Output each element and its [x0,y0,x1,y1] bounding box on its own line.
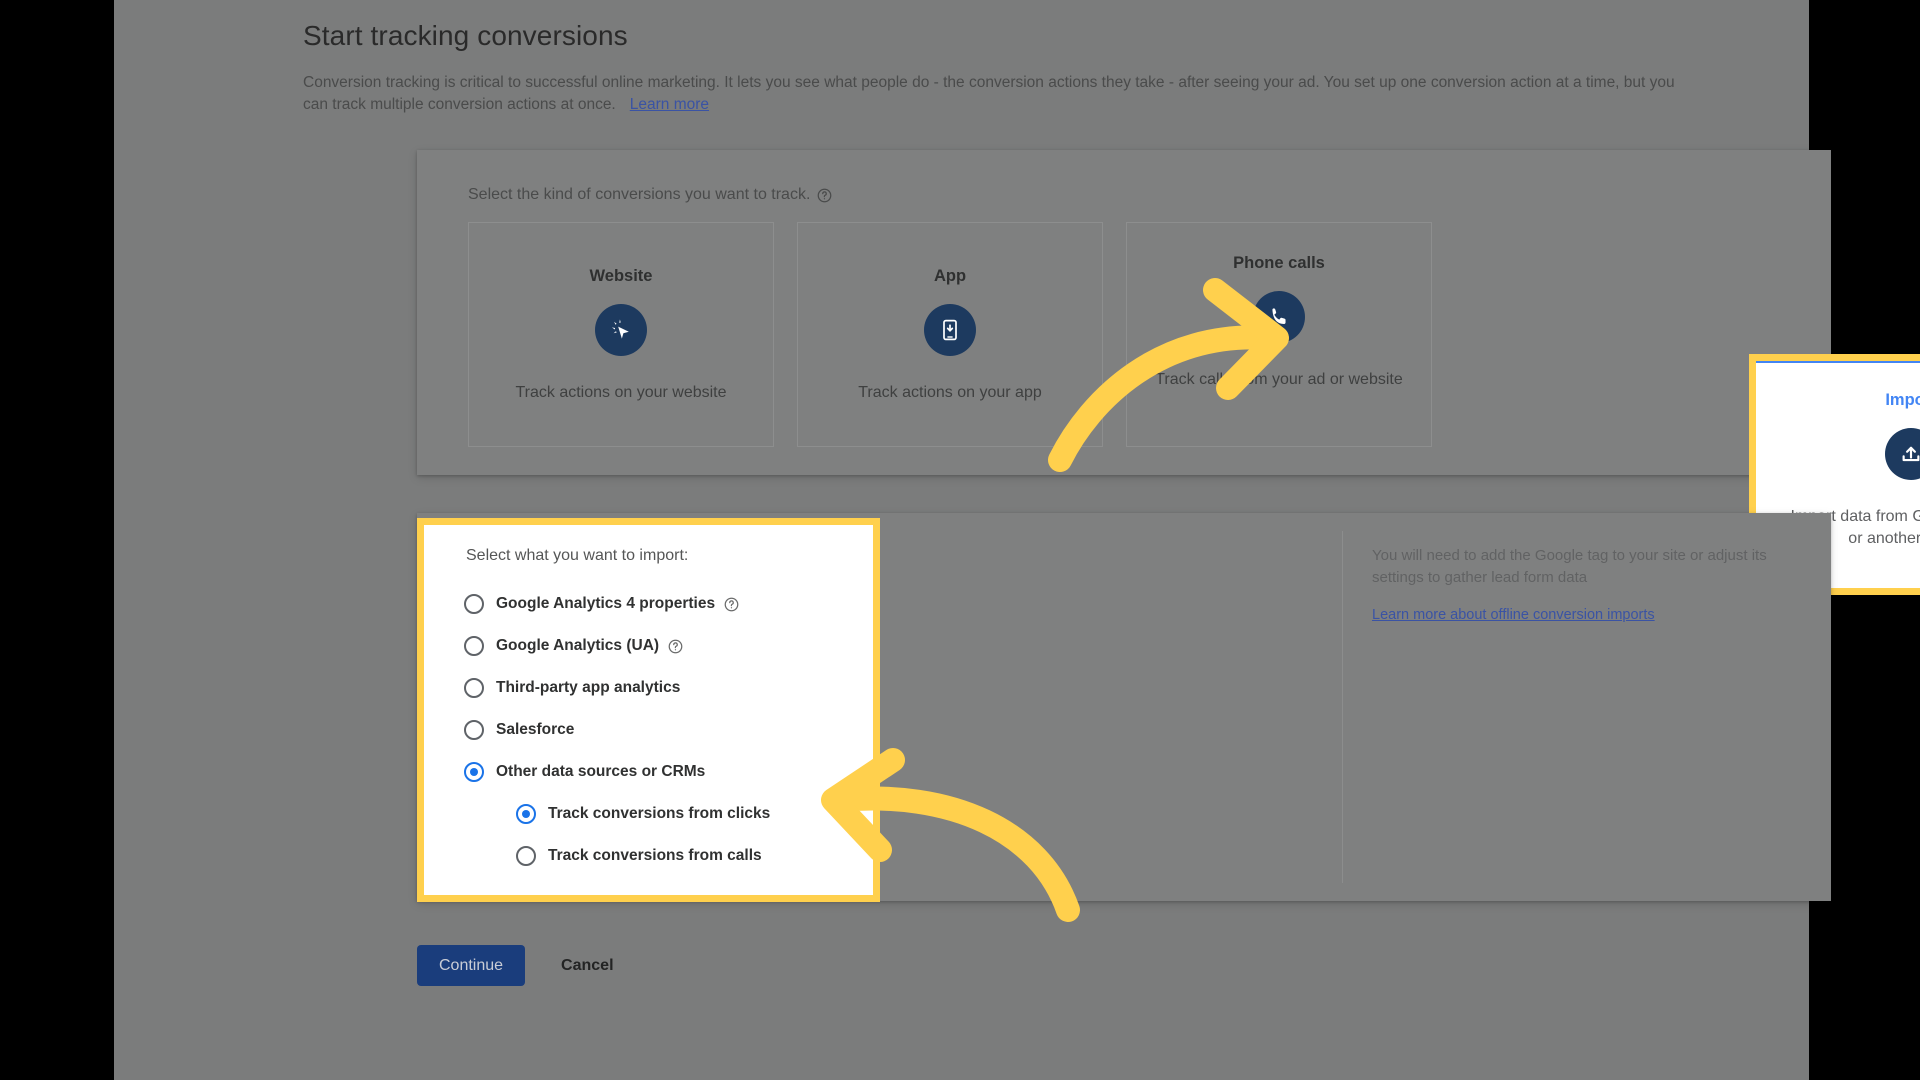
help-circle-icon[interactable] [668,639,683,654]
import-options-radio-group: Google Analytics 4 properties Google Ana… [464,583,770,877]
radio-label: Google Analytics 4 properties [496,595,739,613]
card-description: Track calls from your ad or website [1155,371,1403,388]
conversion-card-website[interactable]: Website Track actions on your website [468,222,774,447]
page-title: Start tracking conversions [303,20,628,51]
card-description: Track actions on your app [858,384,1042,401]
card-title: Website [589,267,653,285]
radio-option-third-party-app-analytics[interactable]: Third-party app analytics [464,667,770,709]
radio-circle-icon[interactable] [516,846,536,866]
card-description: Track actions on your website [515,384,727,401]
conversion-kind-cards: Website Track actions on your website Ap… [468,222,1761,447]
card-title: Phone calls [1233,254,1325,272]
conversion-card-phone-calls[interactable]: Phone calls Track calls from your ad or … [1126,222,1432,447]
form-actions: Continue Cancel [417,945,624,986]
upload-icon [1885,428,1920,480]
side-note-text: You will need to add the Google tag to y… [1372,547,1767,586]
conversion-kinds-panel: Select the kind of conversions you want … [417,150,1920,595]
radio-circle-selected-icon[interactable] [516,804,536,824]
radio-label: Third-party app analytics [496,679,681,696]
radio-label: Track conversions from clicks [548,805,771,822]
radio-label-text: Google Analytics (UA) [496,637,660,654]
radio-option-track-conversions-from-calls[interactable]: Track conversions from calls [516,835,770,877]
intro-text: Conversion tracking is critical to succe… [303,74,1675,114]
radio-circle-icon[interactable] [464,720,484,740]
learn-more-link[interactable]: Learn more [630,96,709,113]
import-options-label: Select what you want to import: [466,547,689,564]
mobile-download-icon [924,304,976,356]
import-side-note: You will need to add the Google tag to y… [1372,545,1792,624]
page-overlay-dimmed: Start tracking conversions Conversion tr… [114,0,1920,1080]
conversion-card-app[interactable]: App Track actions on your app [797,222,1103,447]
cursor-click-icon [595,304,647,356]
page-intro: Conversion tracking is critical to succe… [303,72,1678,117]
card-selected-bar [1753,360,1920,363]
help-circle-icon[interactable] [817,188,832,203]
radio-circle-icon[interactable] [464,678,484,698]
radio-option-ga4-properties[interactable]: Google Analytics 4 properties [464,583,770,625]
radio-label: Google Analytics (UA) [496,637,683,655]
radio-circle-selected-icon[interactable] [464,762,484,782]
offline-conversion-imports-link[interactable]: Learn more about offline conversion impo… [1372,607,1655,623]
radio-circle-icon[interactable] [464,636,484,656]
radio-option-other-data-sources-or-crms[interactable]: Other data sources or CRMs [464,751,770,793]
help-circle-icon[interactable] [724,597,739,612]
kinds-label-text: Select the kind of conversions you want … [468,186,811,203]
radio-label-text: Google Analytics 4 properties [496,595,716,612]
phone-icon [1253,291,1305,343]
cancel-button[interactable]: Cancel [551,951,623,981]
page-header: Start tracking conversions Conversion tr… [303,18,1683,117]
continue-button[interactable]: Continue [417,945,526,986]
radio-option-google-analytics-ua[interactable]: Google Analytics (UA) [464,625,770,667]
radio-circle-icon[interactable] [464,594,484,614]
radio-option-track-conversions-from-clicks[interactable]: Track conversions from clicks [516,793,770,835]
radio-label: Salesforce [496,721,575,738]
panel-divider [1342,531,1343,883]
screen: Start tracking conversions Conversion tr… [0,0,1920,1080]
radio-label: Track conversions from calls [548,847,762,864]
radio-label: Other data sources or CRMs [496,763,706,780]
import-options-white-area: Select what you want to import: Google A… [424,525,873,895]
card-title: Import [1885,391,1920,409]
kinds-panel-label: Select the kind of conversions you want … [468,186,832,204]
card-title: App [933,267,967,285]
radio-option-salesforce[interactable]: Salesforce [464,709,770,751]
